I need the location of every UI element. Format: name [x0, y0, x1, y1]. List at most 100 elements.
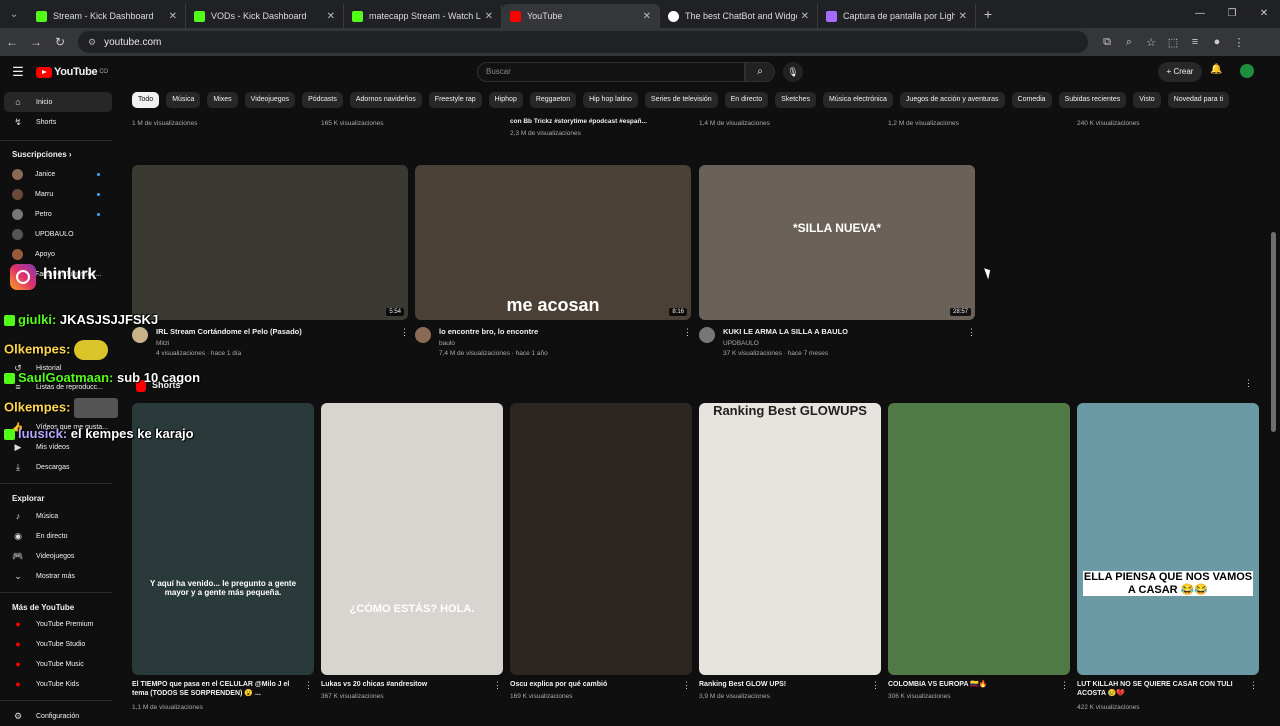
short-thumbnail[interactable]: ¿CÓMO ESTÁS? HOLA.	[321, 403, 503, 675]
chip[interactable]: Videojuegos	[244, 92, 296, 108]
tab-search-icon[interactable]: ⌄	[0, 0, 28, 28]
search-icon[interactable]: ⌕	[745, 62, 775, 82]
more-icon[interactable]: ⋮	[871, 680, 880, 691]
extensions-icon[interactable]: ⬚	[1162, 36, 1184, 49]
install-icon[interactable]: ⧉	[1096, 36, 1118, 49]
sidebar-item-settings[interactable]: ⚙ Configuración	[0, 706, 108, 726]
short-thumbnail[interactable]	[888, 403, 1070, 675]
more-icon[interactable]: ⋮	[304, 680, 313, 691]
chip[interactable]: Comedia	[1011, 92, 1052, 108]
create-button[interactable]: + Crear	[1158, 62, 1202, 82]
reload-icon[interactable]: ↻	[48, 35, 72, 49]
chip[interactable]: Visto	[1133, 92, 1161, 108]
sidebar-item-home[interactable]: ⌂ Inicio	[4, 92, 112, 112]
short-thumbnail[interactable]	[510, 403, 692, 675]
chip[interactable]: Subidas recientes	[1058, 92, 1127, 108]
sidebar-item-subscription[interactable]: Janice	[0, 164, 108, 184]
site-info-icon[interactable]: ⚙	[88, 37, 96, 48]
chip[interactable]: Música electrónica	[822, 92, 893, 108]
short-thumbnail[interactable]: ELLA PIENSA QUE NOS VAMOS A CASAR 😂😂	[1077, 403, 1259, 675]
more-icon[interactable]: ⋮	[1060, 680, 1069, 691]
browser-tab[interactable]: matecapp Stream - Watch Live ✕	[344, 4, 502, 28]
sidebar-item-shorts[interactable]: ↯ Shorts	[0, 112, 108, 132]
chip[interactable]: Hiphop	[488, 92, 523, 108]
sidebar-item-subscription[interactable]: Apoyo	[0, 244, 108, 264]
more-icon[interactable]: ⋮	[682, 680, 691, 691]
chip[interactable]: Freestyle rap	[428, 92, 482, 108]
browser-tab[interactable]: The best ChatBot and Widgets ✕	[660, 4, 818, 28]
chip[interactable]: Mixes	[207, 92, 238, 108]
channel-avatar[interactable]	[132, 327, 148, 343]
close-tab-icon[interactable]: ✕	[959, 11, 967, 22]
search-input[interactable]: Buscar	[477, 62, 745, 82]
chip[interactable]: Hip hop latino	[583, 92, 638, 108]
short-thumbnail[interactable]: Ranking Best GLOWUPS	[699, 403, 881, 675]
short-title[interactable]: LUT KILLAH NO SE QUIERE CASAR CON TULI A…	[1077, 680, 1242, 698]
chip[interactable]: Novedad para ti	[1167, 92, 1230, 108]
microphone-icon[interactable]: 🎙	[783, 62, 803, 82]
maximize-icon[interactable]: ❐	[1216, 0, 1248, 28]
chip[interactable]: Adornos navideños	[349, 92, 422, 108]
close-icon[interactable]: ✕	[1248, 0, 1280, 28]
channel-name[interactable]: baulo	[439, 340, 455, 347]
sidebar-item-subscription[interactable]: UPDBAULO	[0, 224, 108, 244]
zoom-icon[interactable]: ⌕	[1118, 36, 1140, 49]
more-icon[interactable]: ⋮	[400, 327, 409, 338]
channel-name[interactable]: Mitzi	[156, 340, 169, 347]
chip[interactable]: Juegos de acción y aventuras	[899, 92, 1005, 108]
short-title[interactable]: Lukas vs 20 chicas #andresitow	[321, 680, 486, 689]
channel-avatar[interactable]	[415, 327, 431, 343]
browser-tab[interactable]: Stream - Kick Dashboard ✕	[28, 4, 186, 28]
chip[interactable]: En directo	[724, 92, 769, 108]
subscriptions-title[interactable]: Suscripciones ›	[12, 150, 72, 159]
back-icon[interactable]: ←	[0, 35, 24, 49]
short-title[interactable]: El TIEMPO que pasa en el CELULAR @Milo J…	[132, 680, 297, 698]
sidebar-item-downloads[interactable]: ⤓ Descargas	[0, 457, 108, 477]
short-title[interactable]: Ranking Best GLOW UPS!	[699, 680, 864, 689]
sidebar-item-gaming[interactable]: 🎮 Videojuegos	[0, 546, 108, 566]
browser-tab[interactable]: VODs - Kick Dashboard ✕	[186, 4, 344, 28]
bookmark-icon[interactable]: ☆	[1140, 36, 1162, 49]
video-thumbnail[interactable]: 28:57 *SILLA NUEVA*	[699, 165, 975, 320]
browser-tab[interactable]: Captura de pantalla por Lightshot✕	[818, 4, 976, 28]
sidebar-item-subscription[interactable]: Petro	[0, 204, 108, 224]
media-icon[interactable]: ≡	[1184, 36, 1206, 49]
short-title[interactable]: COLOMBIA VS EUROPA 🇨🇴🔥	[888, 680, 1053, 689]
video-thumbnail[interactable]: 8:16 me acosan	[415, 165, 691, 320]
more-icon[interactable]: ⋮	[967, 327, 976, 338]
new-tab-button[interactable]: +	[976, 6, 1000, 22]
page-scrollbar[interactable]	[1271, 232, 1276, 432]
video-title[interactable]: KUKI LE ARMA LA SILLA A BAULO	[723, 327, 848, 336]
video-title[interactable]: lo encontre bro, lo encontre	[439, 327, 538, 336]
chip[interactable]: Todo	[132, 92, 160, 108]
close-tab-icon[interactable]: ✕	[801, 11, 809, 22]
sidebar-item-subscription[interactable]: Marru	[0, 184, 108, 204]
video-title[interactable]: IRL Stream Cortándome el Pelo (Pasado)	[156, 327, 302, 336]
short-title[interactable]: Oscu explica por qué cambió	[510, 680, 675, 689]
close-tab-icon[interactable]: ✕	[643, 11, 651, 22]
menu-icon[interactable]: ⋮	[1228, 36, 1250, 49]
chip[interactable]: Pódcasts	[302, 92, 343, 108]
minimize-icon[interactable]: —	[1184, 0, 1216, 28]
profile-icon[interactable]: ●	[1206, 36, 1228, 49]
sidebar-item-studio[interactable]: ● YouTube Studio	[0, 634, 108, 654]
chip[interactable]: Música	[166, 92, 201, 108]
sidebar-item-premium[interactable]: ● YouTube Premium	[0, 614, 108, 634]
avatar[interactable]	[1240, 64, 1254, 78]
chip[interactable]: Series de televisión	[644, 92, 718, 108]
close-tab-icon[interactable]: ✕	[169, 11, 177, 22]
chip[interactable]: Sketches	[775, 92, 816, 108]
chip[interactable]: Reggaeton	[529, 92, 577, 108]
sidebar-item-live[interactable]: ◉ En directo	[0, 526, 108, 546]
youtube-logo[interactable]: YouTube CO	[36, 66, 108, 78]
url-field[interactable]: ⚙ youtube.com	[78, 31, 1088, 53]
close-tab-icon[interactable]: ✕	[485, 11, 493, 22]
browser-tab-active[interactable]: YouTube ✕	[502, 4, 660, 28]
short-thumbnail[interactable]: Y aquí ha venido... le pregunto a gente …	[132, 403, 314, 675]
more-icon[interactable]: ⋮	[683, 327, 692, 338]
sidebar-item-music-app[interactable]: ● YouTube Music	[0, 654, 108, 674]
more-icon[interactable]: ⋮	[1244, 378, 1253, 389]
hamburger-icon[interactable]: ☰	[0, 64, 36, 80]
forward-icon[interactable]: →	[24, 35, 48, 49]
sidebar-item-music[interactable]: ♪ Música	[0, 506, 108, 526]
